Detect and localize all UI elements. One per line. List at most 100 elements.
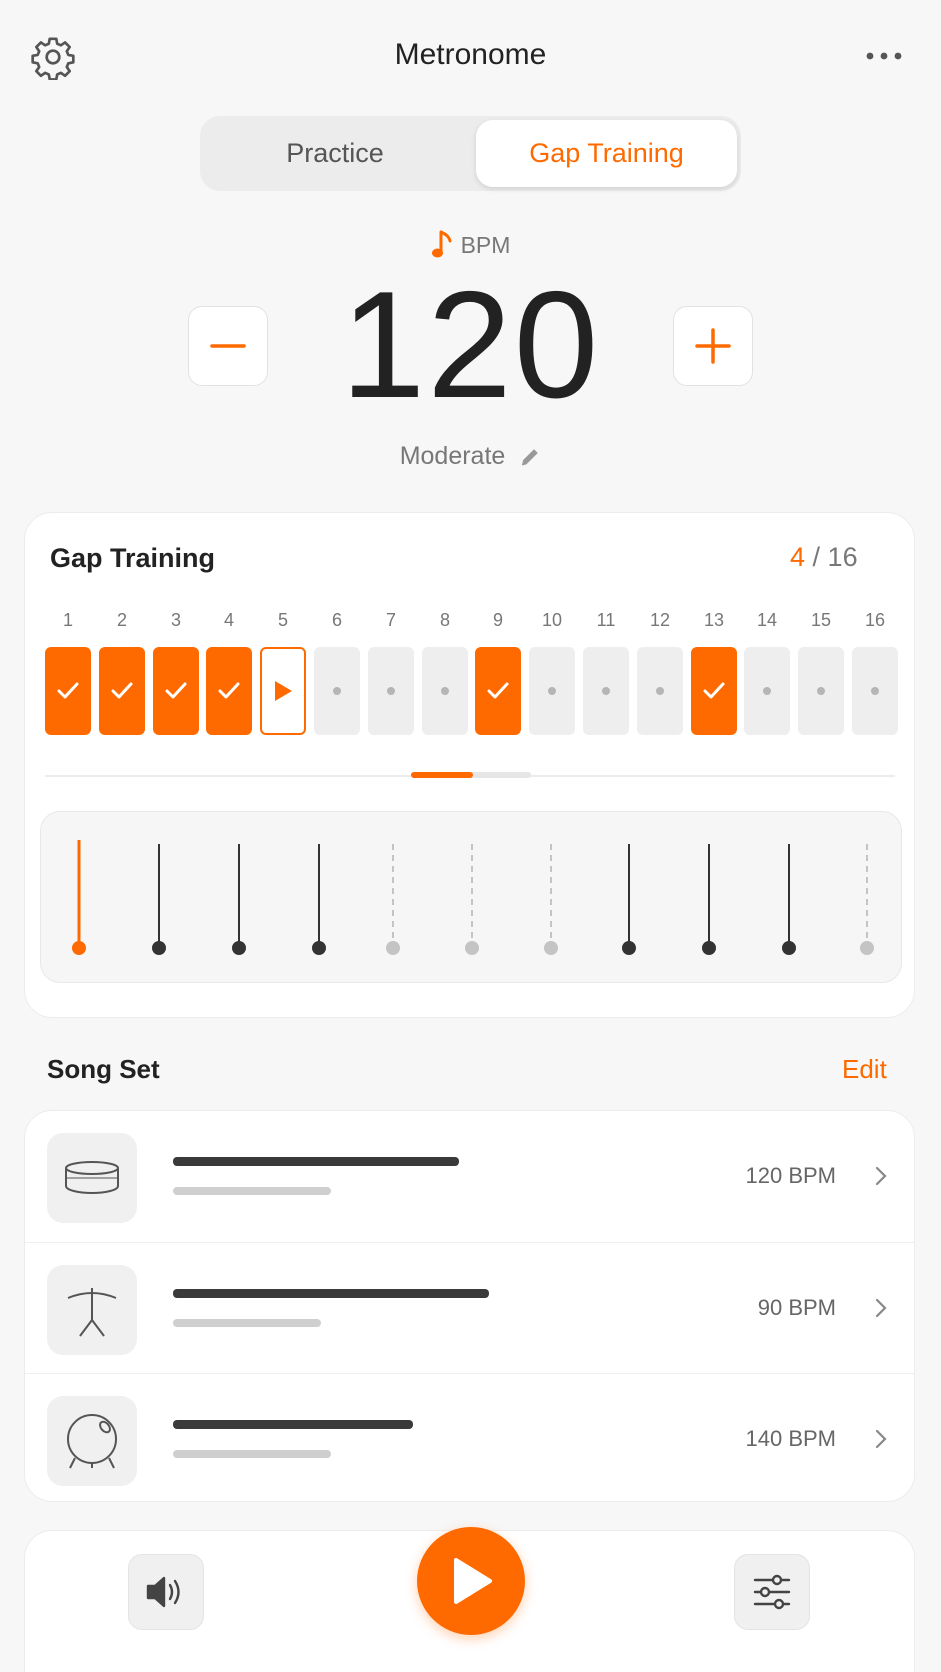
beat-ticks (72, 840, 874, 955)
beat-number: 10 (541, 610, 563, 630)
beat-cell-done[interactable] (206, 647, 252, 735)
beat-number: 8 (439, 610, 450, 630)
song-set-title: Song Set (47, 1054, 160, 1084)
check-icon (165, 682, 187, 699)
beat-cell-done[interactable] (45, 647, 91, 735)
beat-number: 11 (596, 610, 616, 630)
pencil-icon (522, 448, 539, 465)
beat-cell-empty[interactable] (314, 647, 360, 735)
more-button[interactable] (864, 46, 904, 66)
beat-number: 2 (116, 610, 127, 630)
plus-icon (695, 328, 731, 364)
beat-cell-empty[interactable] (744, 647, 790, 735)
beat-number: 12 (649, 610, 671, 630)
chevron-right-icon (875, 1429, 887, 1449)
check-icon (703, 682, 725, 699)
beat-cell-empty[interactable] (798, 647, 844, 735)
empty-beat-dot (763, 687, 771, 695)
mode-segmented-control: Practice Gap Training (200, 116, 741, 191)
bpm-label: BPM (460, 231, 511, 258)
beat-number: 14 (756, 610, 778, 630)
check-icon (487, 682, 509, 699)
tick-dot-on (312, 941, 326, 955)
song-bpm: 140 BPM (745, 1426, 837, 1451)
check-icon (218, 682, 240, 699)
beat-number: 13 (703, 610, 725, 630)
edit-song-set-button[interactable]: Edit (842, 1054, 887, 1085)
bass-drum-icon (67, 1414, 117, 1469)
sliders-icon (753, 1574, 791, 1610)
play-icon (275, 681, 292, 701)
beat-number: 9 (492, 610, 503, 630)
tick-dot-off (465, 941, 479, 955)
song-title-placeholder (173, 1420, 413, 1429)
beat-number: 3 (170, 610, 181, 630)
empty-beat-dot (548, 687, 556, 695)
beat-cell-current[interactable] (260, 647, 306, 735)
song-row[interactable]: 140 BPM (25, 1373, 914, 1501)
music-note-icon (431, 230, 452, 258)
song-title-placeholder (173, 1157, 459, 1166)
beat-cell-empty[interactable] (852, 647, 898, 735)
empty-beat-dot (333, 687, 341, 695)
chevron-right-icon (875, 1166, 887, 1186)
song-icon-tile (47, 1396, 137, 1486)
mixer-settings-button[interactable] (734, 1554, 810, 1630)
cymbal-icon (67, 1288, 117, 1337)
song-icon-tile (47, 1133, 137, 1223)
beat-cell-empty[interactable] (529, 647, 575, 735)
beat-number: 16 (864, 610, 886, 630)
beat-cell-done[interactable] (691, 647, 737, 735)
song-title-placeholder (173, 1289, 489, 1298)
progress-separator: / (805, 542, 828, 572)
tick-dot-on (702, 941, 716, 955)
song-subtitle-placeholder (173, 1187, 331, 1195)
beat-cell-empty[interactable] (583, 647, 629, 735)
tempo-name-row[interactable]: Moderate (0, 442, 941, 471)
beat-grid-scroll-thumb[interactable] (411, 772, 473, 778)
tick-dot-on (622, 941, 636, 955)
check-icon (111, 682, 133, 699)
empty-beat-dot (602, 687, 610, 695)
beat-number: 6 (331, 610, 342, 630)
speaker-icon (146, 1576, 180, 1608)
volume-button[interactable] (128, 1554, 204, 1630)
beat-number: 7 (385, 610, 396, 630)
gap-training-title: Gap Training (50, 543, 216, 573)
song-bpm: 90 BPM (757, 1295, 836, 1320)
increase-bpm-button[interactable] (673, 306, 753, 386)
beat-cell-done[interactable] (99, 647, 145, 735)
progress-total: 16 (827, 542, 858, 572)
beat-cell-done[interactable] (475, 647, 521, 735)
song-row[interactable]: 90 BPM (25, 1242, 914, 1372)
tick-dot-off (386, 941, 400, 955)
beat-pattern-visualizer (40, 811, 902, 983)
tick-dot-on (232, 941, 246, 955)
tab-practice[interactable]: Practice (204, 120, 466, 187)
song-subtitle-placeholder (173, 1450, 331, 1458)
tick-dot-off (860, 941, 874, 955)
tick-dot-on (782, 941, 796, 955)
song-row[interactable]: 120 BPM (25, 1111, 914, 1241)
beat-cell-empty[interactable] (368, 647, 414, 735)
tab-gap-training[interactable]: Gap Training (476, 120, 737, 187)
bpm-value[interactable]: 120 (0, 269, 941, 421)
bpm-label-row: BPM (0, 230, 941, 260)
page-title: Metronome (394, 38, 547, 71)
progress-current: 4 (790, 542, 806, 572)
beat-number: 1 (62, 610, 73, 630)
chevron-right-icon (875, 1298, 887, 1318)
empty-beat-dot (817, 687, 825, 695)
beat-cell-empty[interactable] (422, 647, 468, 735)
play-button[interactable] (417, 1527, 525, 1635)
song-bpm: 120 BPM (745, 1163, 837, 1188)
song-icon-tile (47, 1265, 137, 1355)
beat-cell-done[interactable] (153, 647, 199, 735)
beat-cell-empty[interactable] (637, 647, 683, 735)
play-icon (454, 1558, 492, 1604)
song-subtitle-placeholder (173, 1319, 321, 1327)
empty-beat-dot (871, 687, 879, 695)
beat-number: 5 (277, 610, 288, 630)
check-icon (57, 682, 79, 699)
snare-drum-icon (65, 1161, 119, 1195)
